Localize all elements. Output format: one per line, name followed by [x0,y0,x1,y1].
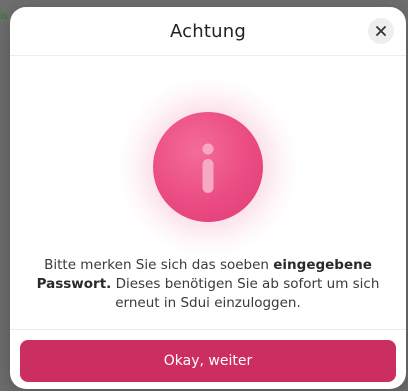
close-button[interactable] [368,18,394,44]
info-glyph [202,143,214,193]
dialog-message: Bitte merken Sie sich das soeben eingege… [18,256,398,313]
dialog-footer: Okay, weiter [10,329,406,389]
info-illustration [10,77,406,257]
message-text-1: Bitte merken Sie sich das soeben [44,257,274,273]
dialog-header: Achtung [10,7,406,56]
message-text-2: Dieses benötigen Sie ab sofort um sich e… [111,276,380,311]
close-icon [376,26,386,36]
dialog-title: Achtung [169,20,246,42]
alert-dialog: Achtung Bitte merken Sie sich das soeben… [10,7,406,389]
info-icon [153,112,263,222]
okay-continue-button[interactable]: Okay, weiter [20,340,396,382]
background-text-fragment: is [0,11,8,22]
